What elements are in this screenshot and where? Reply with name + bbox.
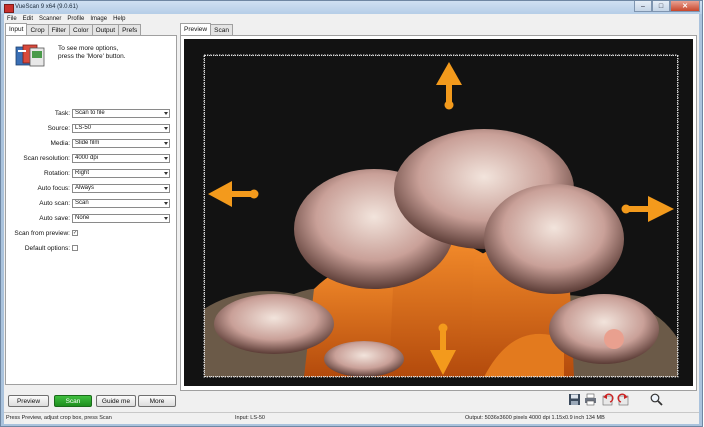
field-auto-focus: Auto focus: Always (6, 184, 178, 195)
media-value: Slide film (75, 140, 100, 146)
tab-scan[interactable]: Scan (210, 24, 233, 35)
default-options-label: Default options: (24, 245, 70, 252)
menu-scanner[interactable]: Scanner (36, 16, 64, 22)
source-value: LS-50 (75, 125, 92, 131)
guide-me-button[interactable]: Guide me (96, 395, 136, 407)
tab-input[interactable]: Input (5, 23, 28, 35)
dropdown-arrow-icon (164, 127, 168, 130)
auto-scan-select[interactable]: Scan (72, 199, 170, 208)
field-default-options: Default options: (6, 244, 178, 255)
auto-focus-label: Auto focus: (37, 185, 70, 192)
minimize-button[interactable]: – (634, 1, 652, 12)
input-options-panel: To see more options, press the 'More' bu… (5, 35, 177, 385)
source-label: Source: (47, 125, 70, 132)
scan-from-preview-checkbox[interactable]: ✓ (72, 230, 78, 236)
field-source: Source: LS-50 (6, 124, 178, 135)
status-left: Press Preview, adjust crop box, press Sc… (6, 415, 112, 421)
window-title: VueScan 9 x64 (9.0.61) (15, 4, 78, 10)
task-value: Scan to file (75, 110, 105, 116)
status-bar: Press Preview, adjust crop box, press Sc… (4, 412, 699, 424)
rotate-right-icon[interactable] (617, 393, 630, 406)
title-bar: VueScan 9 x64 (9.0.61) – □ ✕ (1, 1, 702, 14)
auto-save-select[interactable]: None (72, 214, 170, 223)
auto-scan-label: Auto scan: (39, 200, 70, 207)
rotation-select[interactable]: Right (72, 169, 170, 178)
tab-crop[interactable]: Crop (26, 24, 49, 35)
hint-line-2: press the 'More' button. (58, 53, 126, 60)
dropdown-arrow-icon (164, 157, 168, 160)
client-area: Input Crop Filter Color Output Prefs To … (4, 23, 699, 424)
scan-from-preview-label: Scan from preview: (14, 230, 70, 237)
app-window: VueScan 9 x64 (9.0.61) – □ ✕ File Edit S… (0, 0, 703, 427)
save-icon[interactable] (568, 393, 581, 406)
dropdown-arrow-icon (164, 142, 168, 145)
minimize-icon: – (641, 2, 645, 10)
preview-image-area[interactable] (184, 39, 693, 386)
more-button[interactable]: More (138, 395, 176, 407)
maximize-icon: □ (658, 2, 664, 10)
dropdown-arrow-icon (164, 217, 168, 220)
field-media: Media: Slide film (6, 139, 178, 150)
more-options-icon (15, 44, 45, 67)
auto-focus-select[interactable]: Always (72, 184, 170, 193)
auto-save-value: None (75, 215, 90, 221)
menu-image[interactable]: Image (87, 16, 110, 22)
tab-color[interactable]: Color (69, 24, 93, 35)
field-scan-from-preview: Scan from preview: ✓ (6, 229, 178, 240)
window-controls: – □ ✕ (634, 1, 700, 12)
app-icon (4, 4, 14, 13)
default-options-checkbox[interactable] (72, 245, 78, 251)
crop-box[interactable] (204, 55, 678, 377)
rotation-label: Rotation: (43, 170, 70, 177)
field-rotation: Rotation: Right (6, 169, 178, 180)
scan-button[interactable]: Scan (54, 395, 92, 407)
more-options-hint: To see more options, press the 'More' bu… (58, 45, 126, 61)
field-task: Task: Scan to file (6, 109, 178, 120)
dropdown-arrow-icon (164, 202, 168, 205)
field-auto-scan: Auto scan: Scan (6, 199, 178, 210)
task-select[interactable]: Scan to file (72, 109, 170, 118)
media-select[interactable]: Slide film (72, 139, 170, 148)
status-output: Output: 5036x3600 pixels 4000 dpi 1.15x0… (465, 415, 605, 421)
close-icon: ✕ (682, 3, 688, 10)
rotation-value: Right (75, 170, 90, 176)
auto-scan-value: Scan (75, 200, 89, 206)
tab-output[interactable]: Output (91, 24, 120, 35)
zoom-icon[interactable] (650, 393, 663, 406)
menu-profile[interactable]: Profile (64, 16, 87, 22)
menu-help[interactable]: Help (110, 16, 128, 22)
field-auto-save: Auto save: None (6, 214, 178, 225)
maximize-button[interactable]: □ (652, 1, 670, 12)
field-scan-resolution: Scan resolution: 4000 dpi (6, 154, 178, 165)
rotate-left-icon[interactable] (601, 393, 614, 406)
source-select[interactable]: LS-50 (72, 124, 170, 133)
scan-resolution-value: 4000 dpi (75, 155, 99, 161)
tab-prefs[interactable]: Prefs (118, 24, 142, 35)
auto-focus-value: Always (75, 185, 95, 191)
menu-file[interactable]: File (4, 16, 20, 22)
close-button[interactable]: ✕ (670, 1, 700, 12)
preview-pane (180, 35, 697, 391)
tab-preview[interactable]: Preview (180, 23, 212, 35)
status-input: Input: LS-50 (235, 415, 265, 421)
dropdown-arrow-icon (164, 172, 168, 175)
menu-edit[interactable]: Edit (20, 16, 36, 22)
print-icon[interactable] (584, 393, 597, 406)
auto-save-label: Auto save: (39, 215, 70, 222)
task-label: Task: (54, 110, 70, 117)
dropdown-arrow-icon (164, 112, 168, 115)
scan-resolution-select[interactable]: 4000 dpi (72, 154, 170, 163)
menu-bar: File Edit Scanner Profile Image Help (4, 14, 699, 23)
scan-resolution-label: Scan resolution: (23, 155, 70, 162)
preview-button[interactable]: Preview (8, 395, 49, 407)
tab-filter[interactable]: Filter (47, 24, 71, 35)
media-label: Media: (50, 140, 70, 147)
dropdown-arrow-icon (164, 187, 168, 190)
hint-line-1: To see more options, (58, 45, 119, 52)
